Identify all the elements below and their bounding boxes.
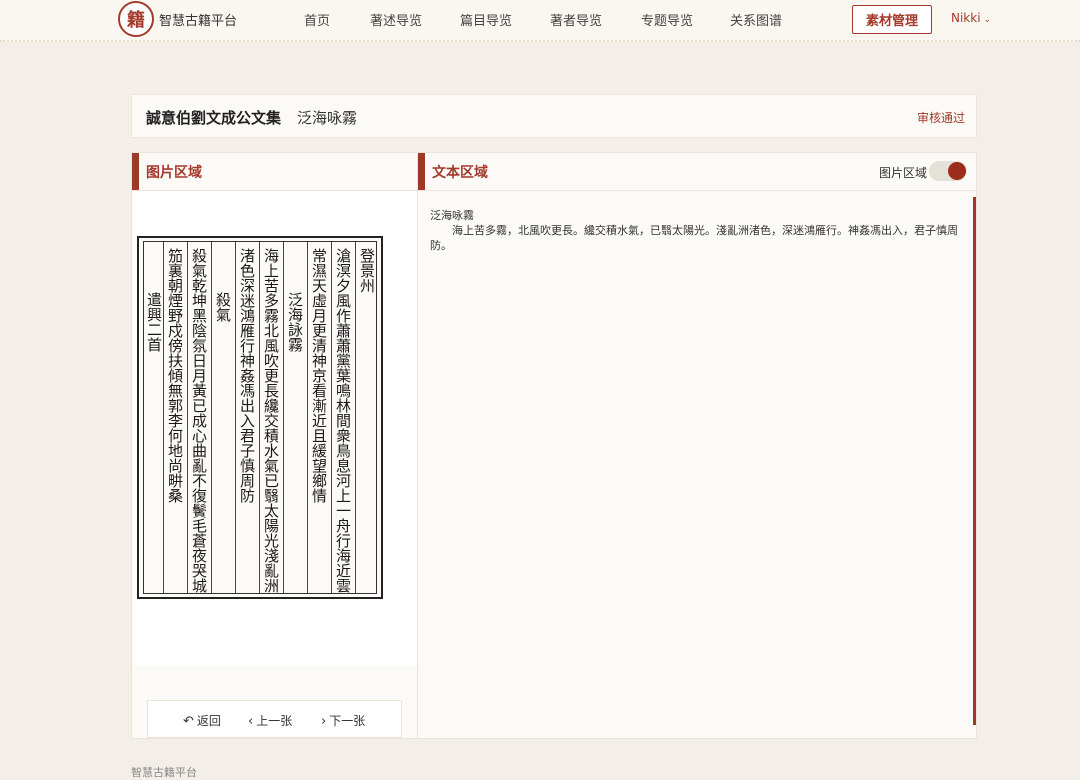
return-arrow-icon: ↶ bbox=[183, 714, 194, 729]
toggle-label: 图片区域 bbox=[879, 166, 928, 180]
logo-char: 籍 bbox=[127, 10, 145, 31]
text-panel-header: 文本区域 图片区域 bbox=[418, 153, 976, 191]
back-label: 返回 bbox=[196, 714, 221, 728]
nav-home[interactable]: 首页 bbox=[304, 10, 330, 29]
scan-column: 滄溟夕風作蕭蕭黨葉鳴林間衆鳥息河上一舟行海近雲 bbox=[334, 248, 352, 593]
top-navbar: 籍 智慧古籍平台 首页 著述导览 篇目导览 著者导览 专题导览 关系图谱 素材管… bbox=[0, 0, 1080, 42]
scan-column: 登景州 bbox=[358, 248, 376, 293]
toggle-knob bbox=[948, 162, 966, 180]
column-rule bbox=[163, 242, 164, 593]
chevron-right-icon: › bbox=[321, 714, 327, 729]
scan-column: 渚色深迷鴻雁行神姦馮出入君子慎周防 bbox=[238, 248, 256, 503]
prev-label: 上一张 bbox=[256, 714, 293, 728]
scan-column: 遣興二首 bbox=[145, 292, 163, 352]
scan-column: 海上苦多霧北風吹更長纔交積水氣已翳太陽光淺亂洲 bbox=[262, 248, 280, 593]
image-panel-header: 图片区域 bbox=[132, 153, 417, 191]
nav-topics[interactable]: 专题导览 bbox=[641, 10, 693, 29]
column-rule bbox=[307, 242, 308, 593]
text-panel: 文本区域 图片区域 泛海咏霧 海上苦多霧，北風吹更長。纔交積水氣，已翳太陽光。淺… bbox=[417, 152, 977, 739]
scan-column: 笳裏朝煙野戍傍扶傾無郭李何地尚畊桑 bbox=[166, 248, 184, 503]
book-title: 誠意伯劉文成公文集 bbox=[146, 109, 282, 127]
text-panel-title: 文本区域 bbox=[432, 165, 488, 181]
prev-page-button[interactable]: ‹ 上一张 bbox=[248, 712, 292, 729]
column-rule bbox=[331, 242, 332, 593]
back-button[interactable]: ↶ 返回 bbox=[183, 712, 221, 729]
chevron-down-icon: ⌄ bbox=[983, 15, 992, 25]
accent-bar bbox=[418, 153, 425, 190]
site-name[interactable]: 智慧古籍平台 bbox=[159, 10, 237, 29]
scan-column: 常濕天虛月更清神京看漸近且緩望鄉情 bbox=[310, 248, 328, 503]
text-content[interactable]: 泛海咏霧 海上苦多霧，北風吹更長。纔交積水氣，已翳太陽光。淺亂洲渚色，深迷鴻雁行… bbox=[430, 208, 975, 253]
material-manage-button[interactable]: 素材管理 bbox=[852, 5, 932, 34]
book-page-scan: 登景州 滄溟夕風作蕭蕭黨葉鳴林間衆鳥息河上一舟行海近雲 常濕天虛月更清神京看漸近… bbox=[137, 236, 383, 599]
column-rule bbox=[283, 242, 284, 593]
scan-frame: 登景州 滄溟夕風作蕭蕭黨葉鳴林間衆鳥息河上一舟行海近雲 常濕天虛月更清神京看漸近… bbox=[143, 241, 377, 594]
nav-articles[interactable]: 篇目导览 bbox=[460, 10, 512, 29]
image-viewer[interactable]: 登景州 滄溟夕風作蕭蕭黨葉鳴林間衆鳥息河上一舟行海近雲 常濕天虛月更清神京看漸近… bbox=[133, 191, 417, 665]
image-area-toggle[interactable] bbox=[929, 161, 967, 181]
review-status: 审核通过 bbox=[916, 111, 965, 125]
column-rule bbox=[355, 242, 356, 593]
column-rule bbox=[187, 242, 188, 593]
scan-column: 殺氣乾坤黑陰氛日月黃已成心曲亂不復鬢毛蒼夜哭城 bbox=[190, 248, 208, 593]
image-panel-title: 图片区域 bbox=[146, 165, 202, 181]
nav-relation-graph[interactable]: 关系图谱 bbox=[730, 10, 782, 29]
scan-column: 殺氣 bbox=[214, 292, 232, 322]
next-label: 下一张 bbox=[329, 714, 366, 728]
user-menu[interactable]: Nikki ⌄ bbox=[951, 11, 991, 25]
column-rule bbox=[259, 242, 260, 593]
nav-authors[interactable]: 著者导览 bbox=[550, 10, 602, 29]
column-rule bbox=[211, 242, 212, 593]
user-name: Nikki bbox=[951, 11, 981, 25]
chevron-left-icon: ‹ bbox=[248, 714, 254, 729]
document-title: 泛海咏霧 bbox=[297, 109, 358, 127]
content-body: 海上苦多霧，北風吹更長。纔交積水氣，已翳太陽光。淺亂洲渚色，深迷鴻雁行。神姦馮出… bbox=[430, 224, 958, 252]
nav-works[interactable]: 著述导览 bbox=[370, 10, 422, 29]
image-panel: 图片区域 登景州 滄溟夕風作蕭蕭黨葉鳴林間衆鳥息河上一舟行海近雲 常濕天虛月更清… bbox=[131, 152, 418, 739]
site-logo[interactable]: 籍 bbox=[118, 1, 154, 37]
content-title: 泛海咏霧 bbox=[430, 209, 474, 222]
accent-bar bbox=[132, 153, 139, 190]
next-page-button[interactable]: › 下一张 bbox=[321, 712, 365, 729]
document-title-bar: 誠意伯劉文成公文集 泛海咏霧 审核通过 bbox=[131, 94, 977, 138]
footer-text: 智慧古籍平台 bbox=[131, 766, 197, 779]
text-scrollbar[interactable] bbox=[973, 197, 976, 725]
image-pager: ↶ 返回 ‹ 上一张 › 下一张 bbox=[147, 700, 402, 738]
column-rule bbox=[235, 242, 236, 593]
scan-column: 泛海詠霧 bbox=[286, 292, 304, 352]
